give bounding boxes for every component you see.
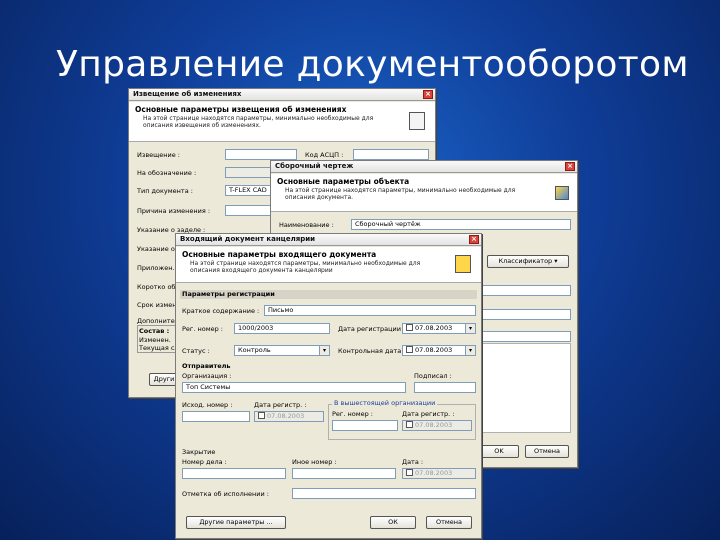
notice-header: Основные параметры извещения об изменени… [129, 102, 435, 142]
header-description: На этой странице находятся параметры, ми… [285, 187, 516, 201]
incoming-window: Входящий документ канцелярии × Основные п… [175, 233, 482, 539]
signed-field[interactable] [414, 382, 476, 393]
document-icon [409, 112, 425, 130]
doctype-label: Тип документа : [137, 187, 193, 195]
case-number-field[interactable] [182, 468, 286, 479]
notice-label: Извещение : [137, 151, 180, 159]
reg-date-label: Дата регистрации : [338, 325, 406, 333]
higher-reg-field[interactable] [332, 420, 398, 431]
window-title: Извещение об изменениях [133, 90, 242, 98]
assembly-header: Основные параметры объекта На этой стран… [271, 174, 577, 212]
outgoing-date-value: 07.08.2003 [267, 412, 305, 420]
higher-date-field[interactable]: 07.08.2003 [402, 420, 472, 431]
brief-content-label: Краткое содержание : [182, 307, 260, 315]
header-description: На этой странице находятся параметры, ми… [143, 115, 374, 129]
reason-label: Причина изменения : [137, 207, 211, 215]
slide: Управление документооборотом Извещение о… [0, 0, 720, 540]
organization-label: Организация : [182, 372, 232, 380]
higher-date-value: 07.08.2003 [415, 421, 453, 429]
outgoing-number-field[interactable] [182, 411, 250, 422]
cancel-button[interactable]: Отмена [525, 445, 569, 458]
chevron-down-icon[interactable]: ▾ [319, 346, 329, 355]
classifier-label: Классификатор [498, 257, 553, 265]
window-title: Сборочный чертеж [275, 162, 354, 170]
status-label: Статус : [182, 347, 210, 355]
chevron-down-icon[interactable]: ▾ [465, 346, 475, 355]
reg-date-field[interactable]: 07.08.2003 ▾ [402, 323, 476, 334]
header-description: На этой странице находятся параметры, ми… [190, 260, 421, 274]
reg-date-value: 07.08.2003 [415, 324, 453, 332]
assembly-titlebar[interactable]: Сборочный чертеж × [271, 161, 577, 173]
closing-label: Закрытие [182, 448, 216, 456]
higher-reg-label: Рег. номер : [332, 410, 373, 418]
incoming-header: Основные параметры входящего документа Н… [176, 247, 481, 283]
registration-section: Параметры регистрации [180, 290, 477, 299]
signed-label: Подписал : [414, 372, 452, 380]
header-title: Основные параметры объекта [277, 177, 410, 186]
date-value: 07.08.2003 [415, 469, 453, 477]
changed-label: Изменен. [139, 336, 171, 344]
appendix-label: Приложен. [137, 264, 175, 272]
checkbox[interactable] [406, 469, 413, 476]
checkbox[interactable] [406, 346, 413, 353]
reg-number-field[interactable]: 1000/2003 [234, 323, 330, 334]
classifier-button[interactable]: Классификатор ▾ [487, 255, 569, 268]
close-icon[interactable]: × [469, 235, 479, 244]
status-value: Контроль [238, 346, 271, 354]
side-list[interactable] [481, 343, 571, 433]
cancel-button[interactable]: Отмена [426, 516, 472, 529]
brief-content-field[interactable]: Письмо [264, 305, 476, 316]
control-date-field[interactable]: 07.08.2003 ▾ [402, 345, 476, 356]
side-field-1[interactable] [481, 285, 571, 296]
execution-label: Отметка об исполнении : [182, 490, 270, 498]
brief-label: Коротко об [137, 283, 176, 291]
name-label: Наименование : [279, 221, 334, 229]
ok-button[interactable]: ОК [370, 516, 416, 529]
reason-field[interactable] [225, 205, 271, 216]
other-number-label: Иное номер : [292, 458, 337, 466]
outgoing-date-label: Дата регистр. : [254, 401, 307, 409]
composition-label: Состав : [139, 327, 170, 335]
outgoing-number-label: Исход. номер : [182, 401, 233, 409]
execution-field[interactable] [292, 488, 476, 499]
higher-org-label: В вышестоящей организации [332, 399, 438, 407]
organization-field[interactable]: Топ Системы [182, 382, 406, 393]
case-number-label: Номер дела : [182, 458, 227, 466]
control-date-label: Контрольная дата : [338, 347, 406, 355]
date-label: Дата : [402, 458, 424, 466]
other-number-field[interactable] [292, 468, 396, 479]
checkbox[interactable] [406, 324, 413, 331]
chevron-down-icon: ▾ [554, 257, 558, 265]
header-title: Основные параметры извещения об изменени… [135, 105, 347, 114]
designation-label: На обозначение : [137, 169, 197, 177]
sender-section: Отправитель [182, 362, 231, 370]
folder-icon [455, 255, 471, 273]
checkbox[interactable] [406, 421, 413, 428]
other-params-button[interactable]: Другие параметры ... [186, 516, 286, 529]
notice-titlebar[interactable]: Извещение об изменениях × [129, 89, 435, 101]
header-title: Основные параметры входящего документа [182, 250, 377, 259]
close-icon[interactable]: × [565, 162, 575, 171]
doctype-field[interactable]: T-FLEX CAD [225, 185, 271, 196]
ok-button[interactable]: OK [479, 445, 519, 458]
control-date-value: 07.08.2003 [415, 346, 453, 354]
chevron-down-icon[interactable]: ▾ [465, 324, 475, 333]
code-label: Код АСЦП : [305, 151, 344, 159]
side-field-3[interactable] [481, 331, 571, 342]
window-title: Входящий документ канцелярии [180, 235, 316, 243]
date-field[interactable]: 07.08.2003 [402, 468, 476, 479]
cube-icon [555, 186, 569, 200]
name-field[interactable]: Сборочный чертёж [351, 219, 571, 230]
checkbox[interactable] [258, 412, 265, 419]
higher-date-label: Дата регистр. : [402, 410, 455, 418]
code-field[interactable] [353, 149, 429, 160]
slide-title: Управление документооборотом [56, 44, 689, 85]
side-field-2[interactable] [481, 309, 571, 320]
outgoing-date-field[interactable]: 07.08.2003 [254, 411, 324, 422]
notice-field[interactable] [225, 149, 297, 160]
incoming-titlebar[interactable]: Входящий документ канцелярии × [176, 234, 481, 246]
status-select[interactable]: Контроль ▾ [234, 345, 330, 356]
reg-number-label: Рег. номер : [182, 325, 223, 333]
close-icon[interactable]: × [423, 90, 433, 99]
